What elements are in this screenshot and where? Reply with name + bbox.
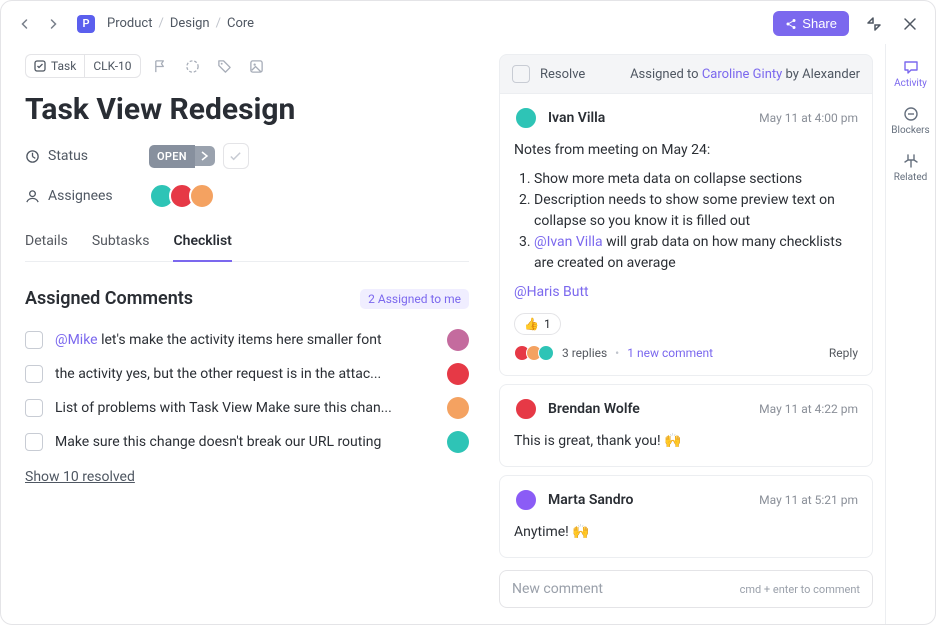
sidebar-item-label: Activity [894,78,927,89]
avatar [514,106,538,130]
checkbox[interactable] [25,433,43,451]
task-id-label: CLK-10 [93,59,131,73]
page-title: Task View Redesign [25,92,469,127]
mark-complete-button[interactable] [223,143,249,169]
avatar [447,397,469,419]
comment-card: Brendan Wolfe May 11 at 4:22 pm This is … [499,384,873,467]
composer-placeholder: New comment [512,581,603,597]
task-icon [34,60,46,72]
related-icon [903,153,919,169]
comment-list-item: Description needs to show some preview t… [534,190,858,232]
avatar [447,329,469,351]
avatar [538,345,554,361]
sidebar-item-related[interactable]: Related [887,146,935,189]
resolve-checkbox[interactable] [512,65,530,83]
assigned-comment-text[interactable]: List of problems with Task View Make sur… [55,400,435,416]
comment-time: May 11 at 4:00 pm [759,111,858,125]
sidebar-item-activity[interactable]: Activity [887,52,935,95]
share-label: Share [802,16,837,31]
task-id-pill[interactable]: CLK-10 [84,54,140,78]
mention[interactable]: @Haris Butt [514,284,589,300]
tabs: Details Subtasks Checklist [25,223,469,262]
reply-avatars [514,345,554,361]
comment-body-line: Notes from meeting on May 24: [514,140,858,161]
image-icon[interactable] [245,54,269,78]
collapse-button[interactable] [863,13,885,35]
avatar [447,363,469,385]
comment-author[interactable]: Marta Sandro [548,492,633,508]
assigned-comment-text[interactable]: @Mike let's make the activity items here… [55,332,435,348]
assignees-avatars[interactable] [149,183,215,209]
close-button[interactable] [899,13,921,35]
assigned-comment-row: List of problems with Task View Make sur… [25,391,469,425]
avatar [447,431,469,453]
checkbox[interactable] [25,365,43,383]
tab-checklist[interactable]: Checklist [173,223,231,261]
avatar [514,488,538,512]
assigned-comments-heading: Assigned Comments [25,288,193,309]
assigned-to-name[interactable]: Caroline Ginty [702,67,782,82]
comment-author[interactable]: Ivan Villa [548,110,605,126]
resolve-label[interactable]: Resolve [540,67,585,82]
breadcrumb-seg-1[interactable]: Product [107,16,152,31]
assigned-comment-row: Make sure this change doesn't break our … [25,425,469,459]
comment-author[interactable]: Brendan Wolfe [548,401,640,417]
tab-details[interactable]: Details [25,223,68,261]
workspace-icon[interactable]: P [77,15,95,33]
breadcrumb-seg-2[interactable]: Design [170,16,210,31]
sidebar-item-label: Related [894,172,928,183]
assigned-count-badge[interactable]: 2 Assigned to me [360,289,469,309]
share-icon [785,18,797,30]
resolve-bar: Resolve Assigned to Caroline Ginty by Al… [499,54,873,94]
task-type-pill[interactable]: Task [25,54,84,78]
breadcrumb-seg-3[interactable]: Core [227,16,254,31]
blocker-icon [903,106,919,122]
comment-composer[interactable]: New comment cmd + enter to comment [499,570,873,608]
user-icon [25,189,40,204]
flag-icon[interactable] [149,54,173,78]
status-value[interactable]: OPEN [149,145,195,168]
task-type-label: Task [51,59,76,73]
comment-card: Marta Sandro May 11 at 5:21 pm Anytime! … [499,475,873,558]
comment-body: This is great, thank you! 🙌 [514,431,858,452]
composer-hint: cmd + enter to comment [740,583,860,596]
comment-card: Ivan Villa May 11 at 4:00 pm Notes from … [499,94,873,376]
assigned-comment-row: @Mike let's make the activity items here… [25,323,469,357]
comment-list-item: @Ivan Villa will grab data on how many c… [534,232,858,274]
comment-list-item: Show more meta data on collapse sections [534,169,858,190]
tag-icon[interactable] [213,54,237,78]
avatar [514,397,538,421]
status-next-button[interactable] [195,146,215,166]
status-label: Status [25,148,137,164]
status-icon [25,149,40,164]
breadcrumb: Product / Design / Core [107,16,254,31]
checkbox[interactable] [25,399,43,417]
comment-body: Anytime! 🙌 [514,522,858,543]
comment-time: May 11 at 4:22 pm [759,402,858,416]
reaction-count: 1 [544,317,551,331]
reply-button[interactable]: Reply [829,346,858,360]
assigned-comment-row: the activity yes, but the other request … [25,357,469,391]
sprint-icon[interactable] [181,54,205,78]
assigned-to-text: Assigned to Caroline Ginty by Alexander [630,67,860,82]
checkbox[interactable] [25,331,43,349]
show-resolved-link[interactable]: Show 10 resolved [25,469,135,485]
nav-forward-button[interactable] [43,14,63,34]
mention[interactable]: @Ivan Villa [534,234,603,250]
nav-back-button[interactable] [15,14,35,34]
sidebar-item-blockers[interactable]: Blockers [887,99,935,142]
sidebar-item-label: Blockers [891,125,929,136]
replies-count[interactable]: 3 replies [562,346,607,360]
comment-time: May 11 at 5:21 pm [759,493,858,507]
new-comment-badge[interactable]: 1 new comment [627,346,713,360]
reaction-chip[interactable]: 👍 1 [514,313,561,335]
tab-subtasks[interactable]: Subtasks [92,223,150,261]
assigned-comment-text[interactable]: the activity yes, but the other request … [55,366,435,382]
avatar [189,183,215,209]
reaction-emoji: 👍 [524,317,539,331]
comment-icon [903,59,919,75]
share-button[interactable]: Share [773,11,849,36]
assignees-label: Assignees [25,188,137,204]
assigned-comment-text[interactable]: Make sure this change doesn't break our … [55,434,435,450]
